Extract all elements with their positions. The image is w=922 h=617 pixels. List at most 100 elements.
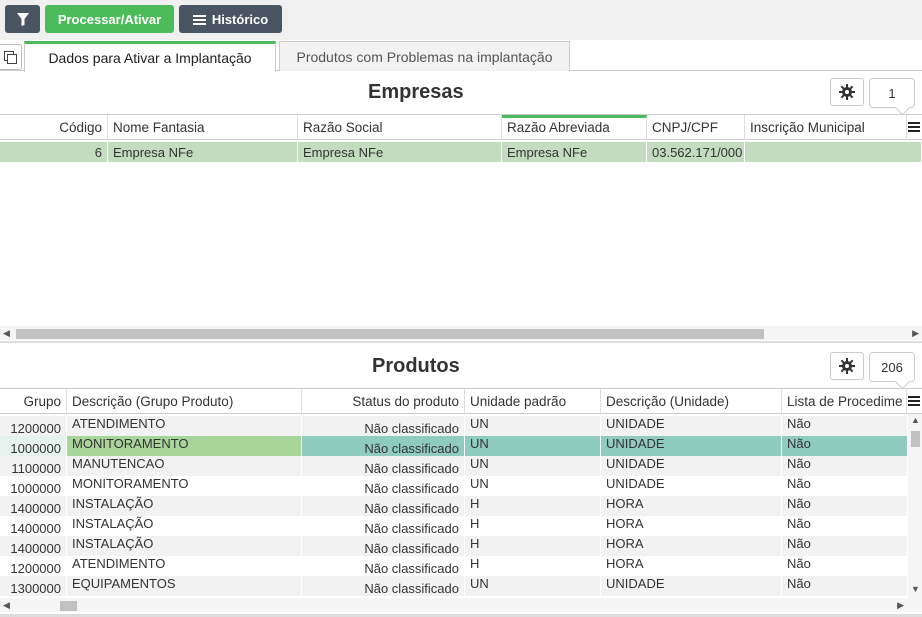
scroll-right-arrow-icon[interactable]: ▶: [912, 328, 919, 339]
scrollbar-thumb[interactable]: [60, 601, 77, 611]
toolbar: Processar/Ativar Histórico: [0, 0, 922, 40]
table-row[interactable]: 1400000 INSTALAÇÃO Não classificado H HORA Nã…: [0, 536, 908, 556]
cell-descricao-grupo: MANUTENCAO: [67, 456, 302, 476]
empresas-title: Empresas: [368, 81, 464, 103]
cell-cnpj: 03.562.171/000: [647, 142, 745, 162]
cell-descricao-unidade: HORA: [601, 556, 782, 576]
cell-descricao-unidade: HORA: [601, 496, 782, 516]
cell-descricao-unidade: UNIDADE: [601, 436, 782, 456]
col-header-descricao-unidade[interactable]: Descrição (Unidade): [601, 389, 782, 414]
table-row[interactable]: 1300000 EQUIPAMENTOS Não classificado UN UNI…: [0, 576, 908, 596]
cell-unidade-padrao: H: [465, 556, 601, 576]
cell-status-produto: Não classificado: [302, 436, 465, 456]
produtos-count-value: 206: [881, 359, 903, 375]
cell-descricao-grupo: MONITORAMENTO: [67, 436, 302, 456]
cell-lista-procedimentos: Não: [782, 416, 908, 436]
produtos-title: Produtos: [372, 355, 460, 377]
produtos-horizontal-scrollbar[interactable]: ◀ ▶: [0, 598, 922, 612]
scroll-left-arrow-icon[interactable]: ◀: [3, 600, 10, 611]
column-menu-icon[interactable]: [908, 395, 920, 407]
col-header-inscricao-municipal[interactable]: Inscrição Municipal: [745, 115, 907, 140]
cell-grupo: 1200000: [0, 416, 67, 436]
cell-descricao-unidade: HORA: [601, 516, 782, 536]
cell-lista-procedimentos: Não: [782, 476, 908, 496]
cell-inscricao-municipal: [745, 142, 922, 162]
col-header-grupo[interactable]: Grupo: [0, 389, 67, 414]
table-row[interactable]: 1200000 ATENDIMENTO Não classificado H HORA N…: [0, 556, 908, 576]
column-menu-icon[interactable]: [908, 121, 920, 133]
cell-descricao-unidade: UNIDADE: [601, 576, 782, 596]
cell-status-produto: Não classificado: [302, 456, 465, 476]
tab-produtos-problemas-label: Produtos com Problemas na implantação: [296, 48, 553, 65]
cell-unidade-padrao: H: [465, 496, 601, 516]
tab-dados-ativar[interactable]: Dados para Ativar a Implantação: [24, 41, 276, 72]
history-label: Histórico: [211, 11, 269, 27]
process-activate-label: Processar/Ativar: [57, 11, 162, 27]
cell-status-produto: Não classificado: [302, 536, 465, 556]
cell-descricao-unidade: HORA: [601, 536, 782, 556]
empresas-horizontal-scrollbar[interactable]: ◀ ▶: [0, 326, 922, 340]
cell-status-produto: Não classificado: [302, 416, 465, 436]
cell-codigo: 6: [0, 142, 108, 162]
produtos-record-count: 206: [869, 352, 915, 382]
col-header-razao-abreviada[interactable]: Razão Abreviada: [502, 115, 647, 140]
cell-razao-social: Empresa NFe: [298, 142, 502, 162]
copy-button[interactable]: [0, 44, 22, 70]
table-row[interactable]: 1400000 INSTALAÇÃO Não classificado H HORA Nã…: [0, 516, 908, 536]
col-header-descricao-grupo[interactable]: Descrição (Grupo Produto): [67, 389, 302, 414]
cell-unidade-padrao: UN: [465, 436, 601, 456]
cell-unidade-padrao: H: [465, 516, 601, 536]
cell-unidade-padrao: UN: [465, 416, 601, 436]
cell-unidade-padrao: UN: [465, 456, 601, 476]
cell-nome-fantasia: Empresa NFe: [108, 142, 298, 162]
col-header-razao-social[interactable]: Razão Social: [298, 115, 502, 140]
cell-descricao-grupo: INSTALAÇÃO: [67, 516, 302, 536]
col-header-cnpj[interactable]: CNPJ/CPF: [647, 115, 745, 140]
cell-descricao-unidade: UNIDADE: [601, 476, 782, 496]
col-header-lista-procedimentos[interactable]: Lista de Procedime: [782, 389, 907, 414]
scrollbar-thumb[interactable]: [911, 431, 920, 447]
cell-grupo: 1000000: [0, 476, 67, 496]
cell-status-produto: Não classificado: [302, 496, 465, 516]
col-header-nome-fantasia[interactable]: Nome Fantasia: [108, 115, 298, 140]
scroll-up-arrow-icon[interactable]: ▲: [911, 415, 920, 425]
cell-lista-procedimentos: Não: [782, 436, 908, 456]
table-row[interactable]: 1200000 ATENDIMENTO Não classificado UN UNID…: [0, 416, 908, 436]
table-row[interactable]: 1400000 INSTALAÇÃO Não classificado H HORA Nã…: [0, 496, 908, 516]
table-row[interactable]: 1000000 MONITORAMENTO Não classificado UN UN…: [0, 476, 908, 496]
scroll-left-arrow-icon[interactable]: ◀: [3, 328, 10, 339]
col-header-codigo[interactable]: Código: [0, 115, 108, 140]
tab-produtos-problemas[interactable]: Produtos com Problemas na implantação: [279, 41, 570, 71]
produtos-header-row: Grupo Descrição (Grupo Produto) Status d…: [0, 388, 922, 414]
table-row[interactable]: 6 Empresa NFe Empresa NFe Empresa NFe 03…: [0, 142, 922, 162]
history-button[interactable]: Histórico: [179, 5, 282, 33]
scroll-right-arrow-icon[interactable]: ▶: [897, 600, 904, 611]
cell-grupo: 1200000: [0, 556, 67, 576]
filter-button[interactable]: [5, 5, 40, 33]
cell-grupo: 1000000: [0, 436, 67, 456]
cell-grupo: 1300000: [0, 576, 67, 596]
cell-descricao-unidade: UNIDADE: [601, 456, 782, 476]
empresas-settings-button[interactable]: [830, 78, 864, 106]
table-row[interactable]: 1000000 MONITORAMENTO Não classificado UN UN…: [0, 436, 908, 456]
empresas-count-value: 1: [888, 85, 896, 101]
cell-lista-procedimentos: Não: [782, 456, 908, 476]
cell-razao-abreviada: Empresa NFe: [502, 142, 647, 162]
scroll-down-arrow-icon[interactable]: ▼: [911, 584, 920, 594]
cell-status-produto: Não classificado: [302, 476, 465, 496]
cell-unidade-padrao: UN: [465, 576, 601, 596]
panel-divider[interactable]: [0, 341, 922, 343]
process-activate-button[interactable]: Processar/Ativar: [45, 5, 174, 33]
col-header-status-produto[interactable]: Status do produto: [302, 389, 465, 414]
filter-icon: [16, 12, 29, 26]
cell-descricao-grupo: ATENDIMENTO: [67, 416, 302, 436]
produtos-settings-button[interactable]: [830, 352, 864, 380]
cell-lista-procedimentos: Não: [782, 516, 908, 536]
produtos-vertical-scrollbar[interactable]: ▲ ▼: [908, 414, 922, 598]
table-row[interactable]: 1100000 MANUTENCAO Não classificado UN UNIDA…: [0, 456, 908, 476]
cell-status-produto: Não classificado: [302, 556, 465, 576]
cell-status-produto: Não classificado: [302, 516, 465, 536]
scrollbar-thumb[interactable]: [16, 329, 764, 339]
empresas-record-count: 1: [869, 78, 915, 108]
col-header-unidade-padrao[interactable]: Unidade padrão: [465, 389, 601, 414]
